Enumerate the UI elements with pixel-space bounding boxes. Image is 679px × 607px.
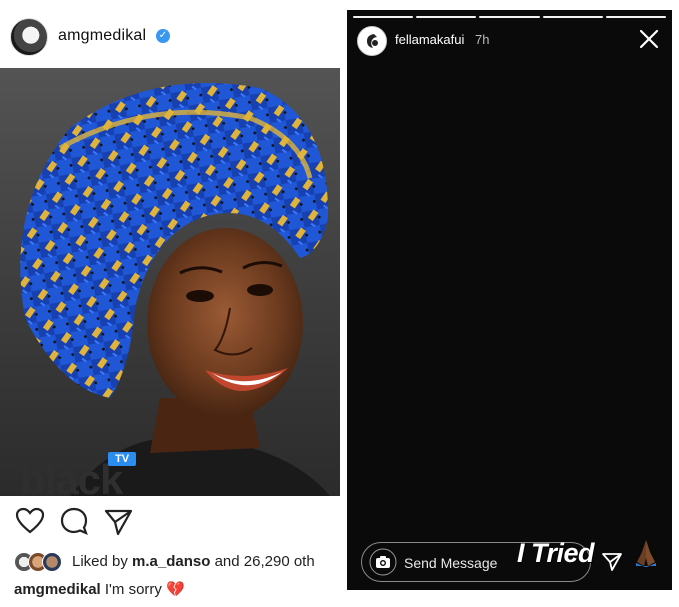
post-header: amgmedikal ✓ — [0, 0, 342, 70]
instagram-post: amgmedikal ✓ black TV Liked by m.a_danso… — [0, 0, 342, 607]
i-tried-sticker: I Tried — [517, 538, 595, 568]
story-progress-bar — [353, 16, 667, 19]
paper-plane-icon[interactable] — [102, 505, 134, 537]
instagram-story[interactable]: fellamakafui 7h I Tried — [347, 10, 672, 590]
story-username[interactable]: fellamakafui — [395, 32, 464, 47]
post-photo[interactable]: black bills — [0, 68, 340, 496]
story-progress-segment — [416, 16, 477, 18]
camera-icon[interactable] — [369, 548, 397, 576]
post-username[interactable]: amgmedikal — [58, 27, 146, 45]
liked-by-user-link[interactable]: m.a_danso — [132, 553, 210, 570]
likes-row[interactable]: Liked by m.a_danso and 26,290 oth — [14, 550, 344, 574]
story-progress-segment — [479, 16, 540, 18]
story-timestamp: 7h — [475, 32, 490, 47]
story-avatar[interactable] — [357, 26, 387, 56]
caption-username[interactable]: amgmedikal — [14, 581, 101, 598]
story-avatar-logo-icon — [367, 34, 378, 48]
broken-heart-icon: 💔 — [166, 581, 185, 598]
logo-tv-badge: TV — [108, 452, 136, 466]
post-avatar[interactable] — [10, 18, 48, 56]
portrait-illustration — [20, 83, 330, 496]
close-x-icon[interactable] — [638, 28, 660, 50]
story-progress-segment — [605, 16, 667, 18]
send-message-input[interactable] — [402, 543, 526, 583]
comment-bubble-icon[interactable] — [58, 505, 90, 537]
praying-hands-icon — [636, 540, 656, 567]
caption-text: I'm sorry — [100, 581, 167, 598]
liker-avatar[interactable] — [42, 552, 62, 572]
post-actions — [0, 505, 342, 541]
likes-text: Liked by m.a_danso and 26,290 oth — [72, 553, 315, 570]
verified-badge-icon: ✓ — [156, 29, 170, 43]
post-caption: amgmedikal I'm sorry 💔 — [14, 580, 185, 598]
paper-plane-icon[interactable] — [601, 550, 623, 572]
story-progress-segment — [542, 16, 603, 18]
heart-outline-icon[interactable] — [14, 505, 46, 537]
story-progress-segment — [353, 16, 414, 18]
blackbills-logo: black bills — [20, 456, 123, 497]
